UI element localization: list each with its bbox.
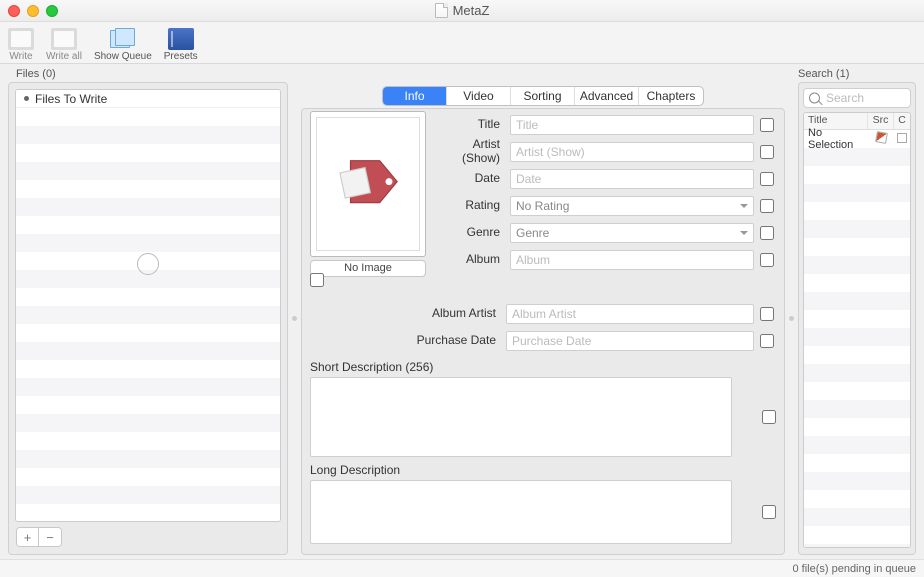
genre-label: Genre [434,226,506,239]
titlebar: MetaZ [0,0,924,22]
zoom-window-icon[interactable] [46,5,58,17]
longdesc-checkbox[interactable] [762,505,776,519]
write-label: Write [9,51,32,62]
shortdesc-label: Short Description (256) [310,360,776,374]
files-to-write-section[interactable]: Files To Write [16,90,280,108]
presets-icon [168,28,194,50]
table-row[interactable]: No Selection [804,130,910,148]
presets-label: Presets [164,51,198,62]
disclosure-dot-icon [24,96,29,101]
search-icon [809,93,820,104]
window-title-text: MetaZ [453,3,490,18]
shortdesc-field[interactable] [310,377,732,457]
album-checkbox[interactable] [760,253,774,267]
window-title: MetaZ [0,3,924,18]
remove-file-button[interactable]: − [39,528,61,546]
albumartist-field[interactable] [506,304,754,324]
row-checkbox[interactable] [897,133,907,143]
longdesc-label: Long Description [310,463,776,477]
write-button[interactable]: Write [6,28,36,62]
title-checkbox[interactable] [760,118,774,132]
artist-label: Artist (Show) [434,138,506,164]
spinner-icon [137,253,159,275]
rating-label: Rating [434,199,506,212]
search-results-table[interactable]: Title Src C No Selection [803,112,911,548]
show-queue-icon [110,28,136,50]
write-all-label: Write all [46,51,82,62]
artwork-area: No Image [310,111,430,277]
album-label: Album [434,253,506,266]
tag-icon [875,131,888,144]
close-window-icon[interactable] [8,5,20,17]
genre-checkbox[interactable] [760,226,774,240]
tab-video[interactable]: Video [447,87,511,105]
row-src [868,132,894,146]
title-label: Title [434,118,506,131]
info-panel: No Image Title Artist (Show) Date Rating… [301,108,785,555]
status-bar: 0 file(s) pending in queue [0,559,924,577]
search-panel: Title Src C No Selection [798,82,916,555]
title-field[interactable] [510,115,754,135]
write-icon [8,28,34,50]
tab-info[interactable]: Info [383,87,447,105]
files-list[interactable]: Files To Write [15,89,281,522]
artist-checkbox[interactable] [760,145,774,159]
artwork-checkbox[interactable] [310,273,324,287]
date-field[interactable] [510,169,754,189]
rating-checkbox[interactable] [760,199,774,213]
write-all-button[interactable]: Write all [44,28,84,62]
document-icon [435,3,448,18]
album-field[interactable] [510,250,754,270]
col-src[interactable]: Src [868,113,894,129]
rating-select[interactable]: No Rating [510,196,754,216]
add-file-button[interactable]: + [17,528,39,546]
presets-button[interactable]: Presets [162,28,200,62]
date-checkbox[interactable] [760,172,774,186]
show-queue-button[interactable]: Show Queue [92,28,154,62]
show-queue-label: Show Queue [94,51,152,62]
files-section-label: Files To Write [35,92,107,106]
add-remove-group: + − [16,527,62,547]
tab-chapters[interactable]: Chapters [639,87,703,105]
tag-placeholder-icon [333,149,403,219]
row-title: No Selection [804,127,868,151]
splitter-left-icon[interactable] [292,316,297,321]
longdesc-field[interactable] [310,480,732,544]
splitter-right-icon[interactable] [789,316,794,321]
files-panel: Files To Write + − [8,82,288,555]
status-text: 0 file(s) pending in queue [792,563,916,575]
col-c[interactable]: C [894,113,910,129]
files-list-body[interactable] [16,108,280,521]
tab-advanced[interactable]: Advanced [575,87,639,105]
search-header: Search (1) [790,66,916,82]
genre-select[interactable]: Genre [510,223,754,243]
purchase-field[interactable] [506,331,754,351]
albumartist-checkbox[interactable] [760,307,774,321]
date-label: Date [434,172,506,185]
purchase-label: Purchase Date [310,334,502,347]
tab-bar: Info Video Sorting Advanced Chapters [382,86,704,106]
files-header: Files (0) [8,66,296,82]
purchase-checkbox[interactable] [760,334,774,348]
albumartist-label: Album Artist [310,307,502,320]
artwork-well[interactable] [310,111,426,257]
minimize-window-icon[interactable] [27,5,39,17]
tab-sorting[interactable]: Sorting [511,87,575,105]
artist-field[interactable] [510,142,754,162]
write-all-icon [51,28,77,50]
row-c [894,133,910,146]
shortdesc-checkbox[interactable] [762,410,776,424]
window-controls [8,5,58,17]
toolbar: Write Write all Show Queue Presets [0,22,924,64]
